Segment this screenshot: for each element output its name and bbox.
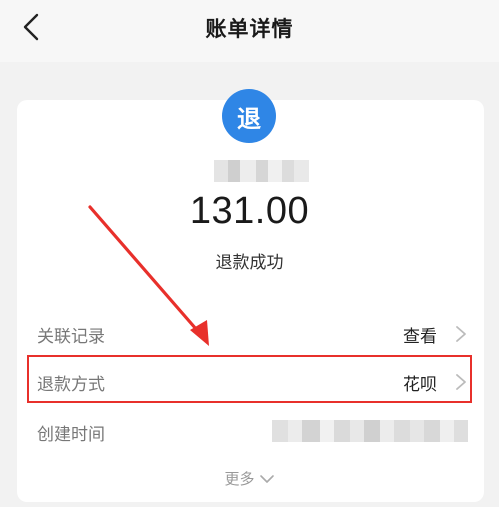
refund-badge: 退 bbox=[222, 89, 276, 143]
created-time-label: 创建时间 bbox=[37, 425, 105, 445]
view-link[interactable]: 查看 bbox=[403, 322, 437, 347]
status-text: 退款成功 bbox=[215, 253, 284, 273]
amount: 131.00 bbox=[189, 190, 310, 232]
page-title: 账单详情 bbox=[205, 17, 294, 41]
related-records-row[interactable]: 关联记录 查看 bbox=[37, 314, 467, 354]
nav-bar: 账单详情 bbox=[0, 0, 499, 62]
merchant-name-redacted bbox=[214, 160, 309, 182]
related-records-label: 关联记录 bbox=[37, 327, 105, 347]
more-toggle[interactable]: 更多 bbox=[0, 468, 499, 489]
chevron-down-icon bbox=[259, 474, 274, 483]
created-time-redacted bbox=[272, 420, 468, 442]
more-label: 更多 bbox=[224, 470, 255, 488]
chevron-right-icon bbox=[456, 326, 466, 342]
highlight-box bbox=[27, 355, 472, 403]
